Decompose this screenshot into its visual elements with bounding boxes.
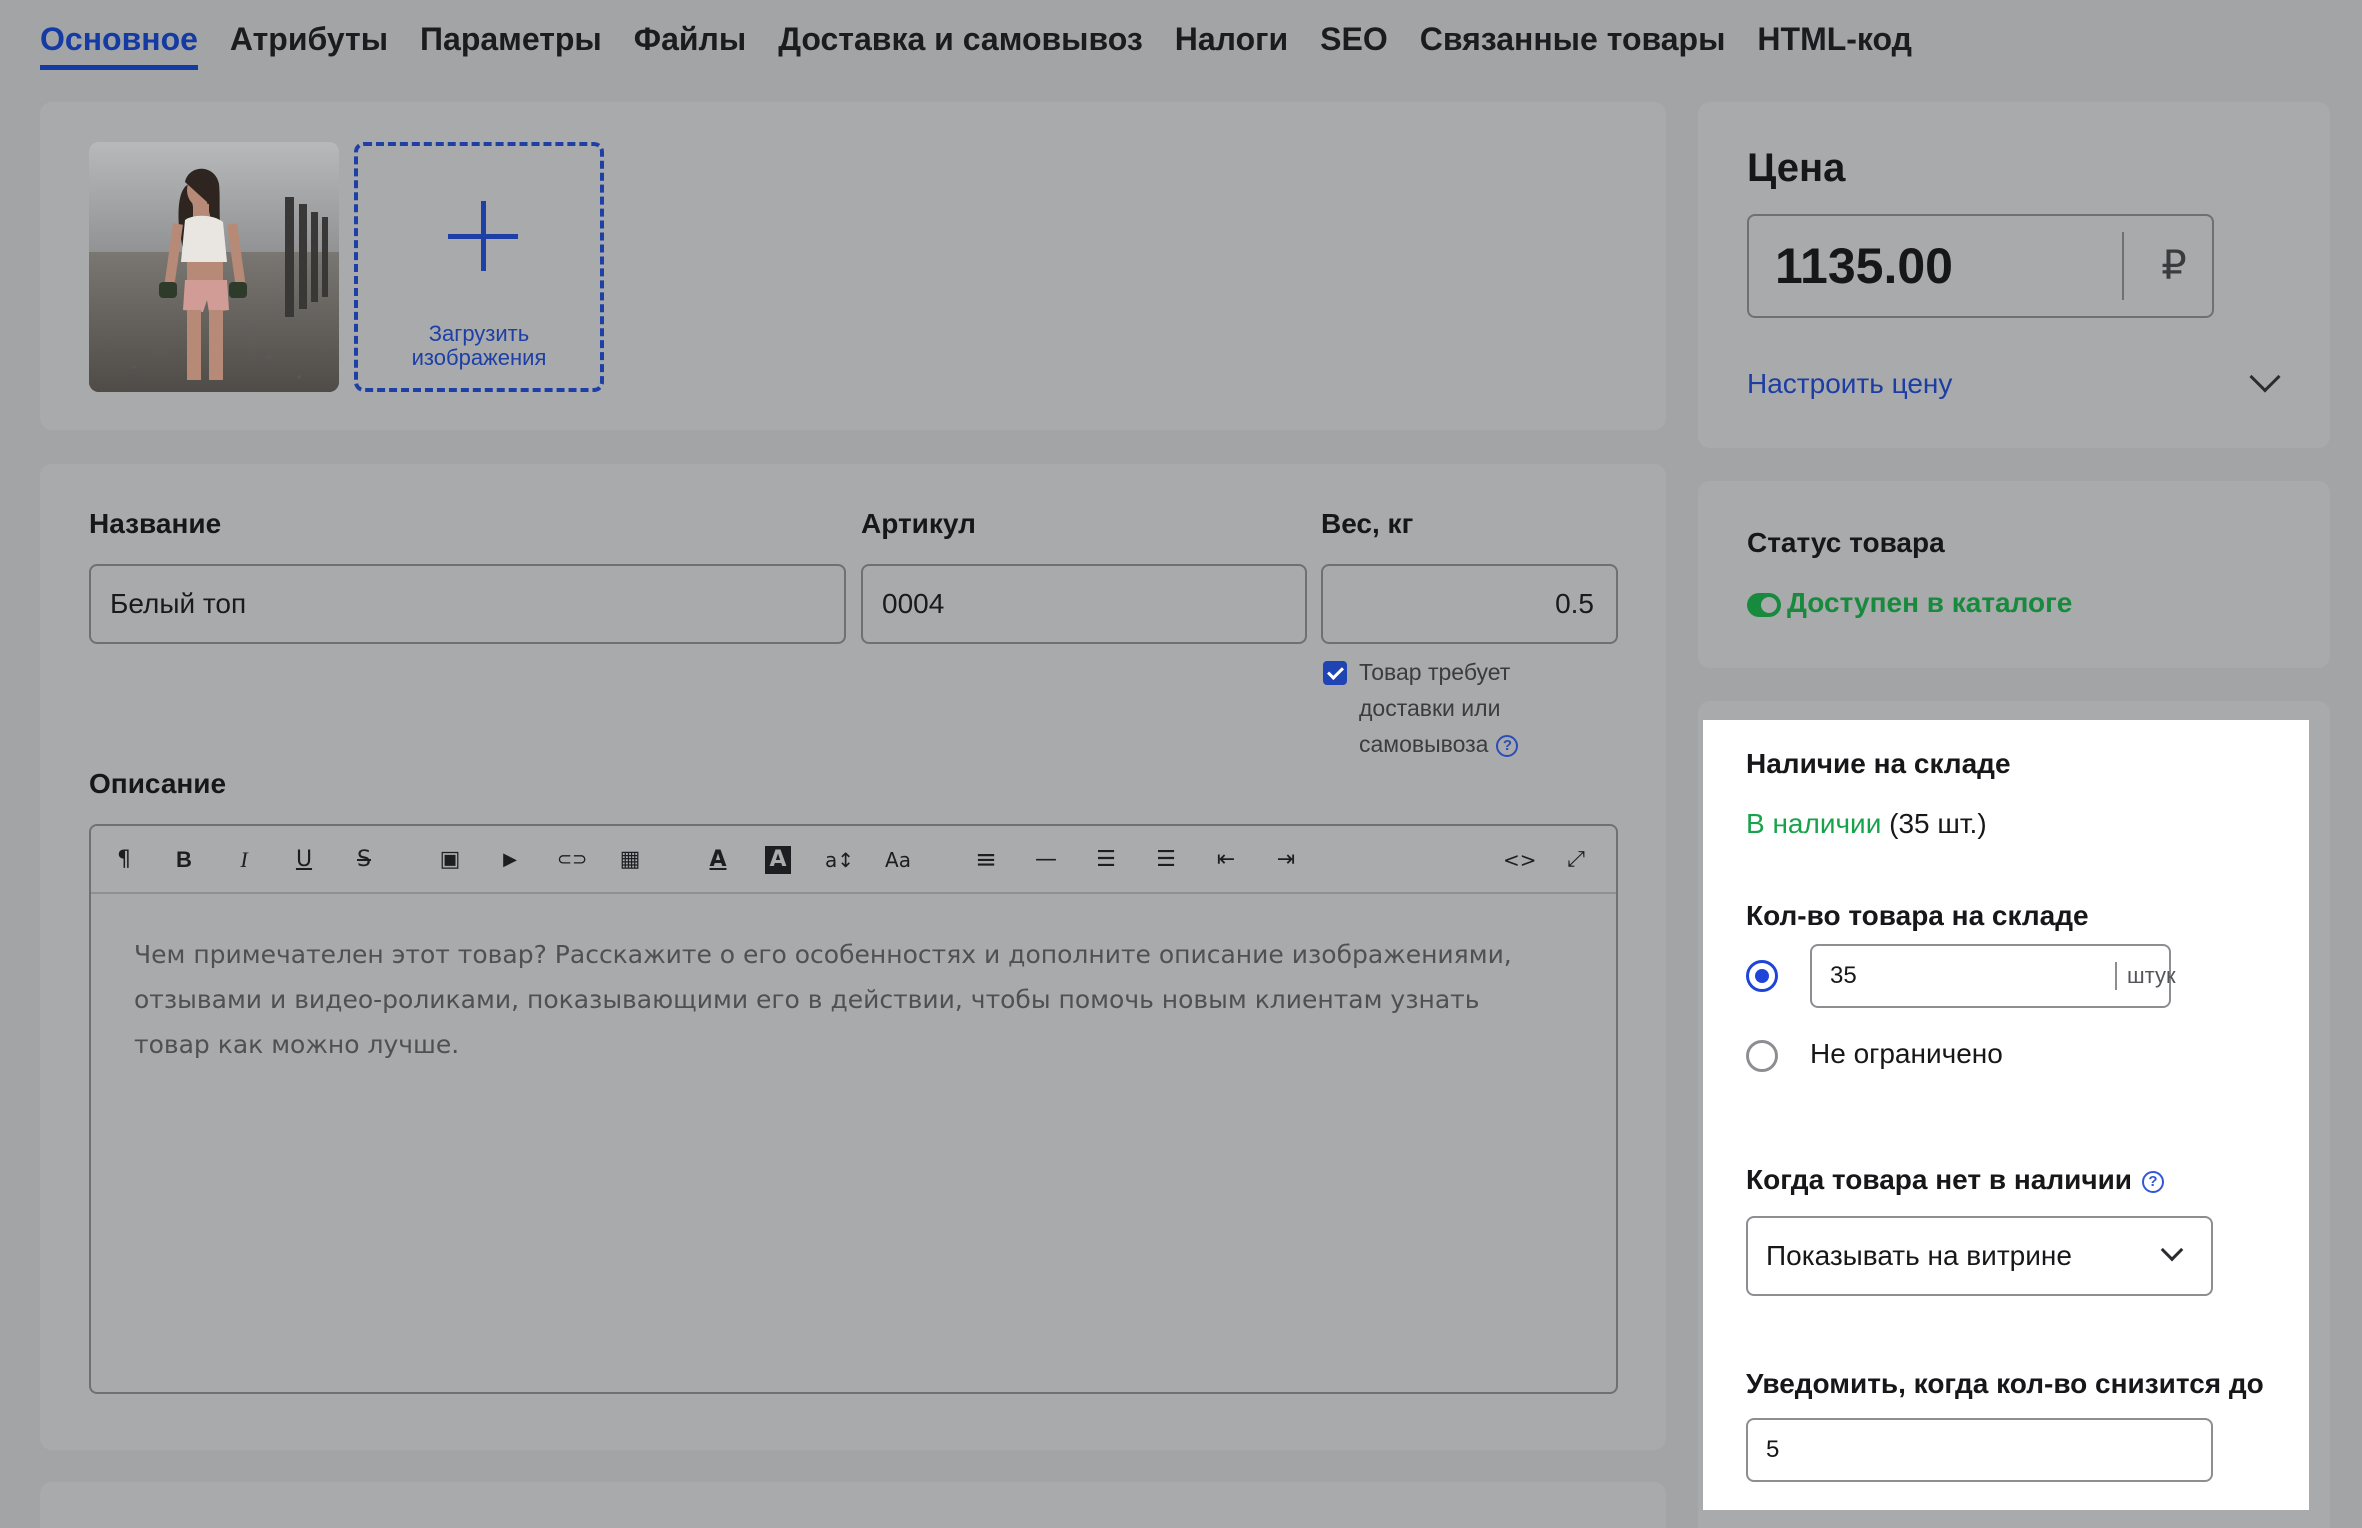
horizontal-rule-icon[interactable]: — [1033, 846, 1059, 874]
description-label: Описание [89, 768, 227, 799]
unlimited-radio[interactable] [1746, 1040, 1778, 1072]
notify-value: 5 [1766, 1436, 1780, 1463]
tab-files[interactable]: Файлы [634, 14, 746, 70]
stock-quantity-input[interactable]: 35 штук [1810, 944, 2176, 1008]
video-icon[interactable]: ▶ [497, 846, 523, 874]
underline-icon[interactable]: U [291, 846, 317, 874]
code-view-icon[interactable]: <> [1503, 846, 1537, 874]
product-status-toggle[interactable] [1747, 593, 1781, 617]
description-placeholder: Чем примечателен этот товар? Расскажите … [134, 940, 1512, 1059]
link-icon[interactable]: ⊂⊃ [557, 846, 587, 874]
quantity-unit: штук [2127, 963, 2176, 988]
name-input[interactable]: Белый топ [89, 564, 846, 644]
description-editor[interactable]: ¶ B I U S ▣ ▶ ⊂⊃ ▦ A A a↕ Aa ≡ — ☰ ☰ ⇤ ⇥… [89, 824, 1618, 1394]
requires-delivery-label: Товар требует доставки или самовывоза? [1359, 654, 1519, 762]
align-icon[interactable]: ≡ [973, 846, 999, 874]
tab-delivery[interactable]: Доставка и самовывоз [778, 14, 1143, 70]
paragraph-icon[interactable]: ¶ [111, 846, 137, 874]
configure-price-link[interactable]: Настроить цену [1747, 368, 1952, 400]
tab-attributes[interactable]: Атрибуты [230, 14, 388, 70]
quantity-value: 35 [1830, 962, 1857, 989]
editor-toolbar: ¶ B I U S ▣ ▶ ⊂⊃ ▦ A A a↕ Aa ≡ — ☰ ☰ ⇤ ⇥… [91, 826, 1616, 894]
product-photo[interactable] [89, 142, 339, 392]
weight-label: Вес, кг [1321, 508, 1414, 539]
out-of-stock-label: Когда товара нет в наличии? [1746, 1164, 2164, 1196]
price-input[interactable]: 1135.00 ₽ [1747, 214, 2214, 318]
ruble-icon: ₽ [2161, 243, 2187, 289]
unlimited-label[interactable]: Не ограничено [1810, 1038, 2003, 1070]
outdent-icon[interactable]: ⇤ [1213, 846, 1239, 874]
stock-panel: Наличие на складе В наличии (35 шт.) Кол… [1703, 720, 2309, 1510]
weight-input[interactable]: 0.5 [1321, 564, 1618, 644]
font-color-icon[interactable]: A [705, 846, 731, 874]
bold-icon[interactable]: B [171, 846, 197, 874]
fullscreen-icon[interactable]: ⤢ [1563, 846, 1589, 874]
main-nav: Основное Атрибуты Параметры Файлы Достав… [40, 14, 1944, 74]
tab-related-products[interactable]: Связанные товары [1420, 14, 1726, 70]
stock-quantity-radio[interactable] [1746, 960, 1778, 992]
stock-availability: В наличии (35 шт.) [1746, 808, 1987, 840]
price-title: Цена [1747, 146, 1846, 190]
help-icon[interactable]: ? [1496, 734, 1519, 757]
image-icon[interactable]: ▣ [437, 846, 463, 874]
next-card [40, 1482, 1666, 1528]
plus-icon [448, 201, 518, 271]
images-card: Загрузить изображения [40, 102, 1666, 430]
low-stock-threshold-input[interactable]: 5 [1746, 1418, 2213, 1482]
status-card: Статус товара Доступен в каталоге [1698, 481, 2330, 668]
divider [2115, 962, 2117, 990]
quantity-label: Кол-во товара на складе [1746, 900, 2089, 931]
price-value: 1135.00 [1775, 238, 1953, 294]
tab-parameters[interactable]: Параметры [420, 14, 602, 70]
font-size-icon[interactable]: a↕ [825, 846, 854, 874]
chevron-down-icon [2160, 1238, 2184, 1262]
tab-html-code[interactable]: HTML-код [1757, 14, 1912, 70]
requires-delivery-checkbox[interactable] [1323, 661, 1347, 685]
stock-count: (35 шт.) [1889, 808, 1987, 839]
tab-taxes[interactable]: Налоги [1175, 14, 1288, 70]
in-stock-label: В наличии [1746, 808, 1882, 839]
text-case-icon[interactable]: Aa [885, 846, 911, 874]
product-photo-image [89, 142, 339, 392]
numbered-list-icon[interactable]: ☰ [1153, 846, 1179, 874]
tab-seo[interactable]: SEO [1320, 14, 1388, 70]
divider [2122, 232, 2124, 300]
italic-icon[interactable]: I [231, 846, 257, 874]
tab-main[interactable]: Основное [40, 14, 198, 70]
name-label: Название [89, 508, 222, 539]
price-card: Цена 1135.00 ₽ Настроить цену [1698, 102, 2330, 448]
chevron-down-icon[interactable] [2249, 361, 2281, 393]
sku-label: Артикул [861, 508, 976, 539]
out-of-stock-select[interactable]: Показывать на витрине [1746, 1216, 2213, 1296]
strikethrough-icon[interactable]: S [351, 846, 377, 874]
highlight-color-icon[interactable]: A [765, 846, 791, 874]
table-icon[interactable]: ▦ [617, 846, 643, 874]
upload-images-button[interactable]: Загрузить изображения [354, 142, 604, 392]
sku-input[interactable]: 0004 [861, 564, 1307, 644]
notify-label: Уведомить, когда кол-во снизится до [1746, 1368, 2264, 1399]
indent-icon[interactable]: ⇥ [1273, 846, 1299, 874]
bulleted-list-icon[interactable]: ☰ [1093, 846, 1119, 874]
status-title: Статус товара [1747, 527, 1945, 558]
status-value[interactable]: Доступен в каталоге [1787, 587, 2072, 619]
upload-images-label: Загрузить изображения [411, 321, 547, 370]
stock-title: Наличие на складе [1746, 748, 2011, 779]
help-icon[interactable]: ? [2142, 1170, 2164, 1193]
out-of-stock-value: Показывать на витрине [1766, 1240, 2072, 1271]
